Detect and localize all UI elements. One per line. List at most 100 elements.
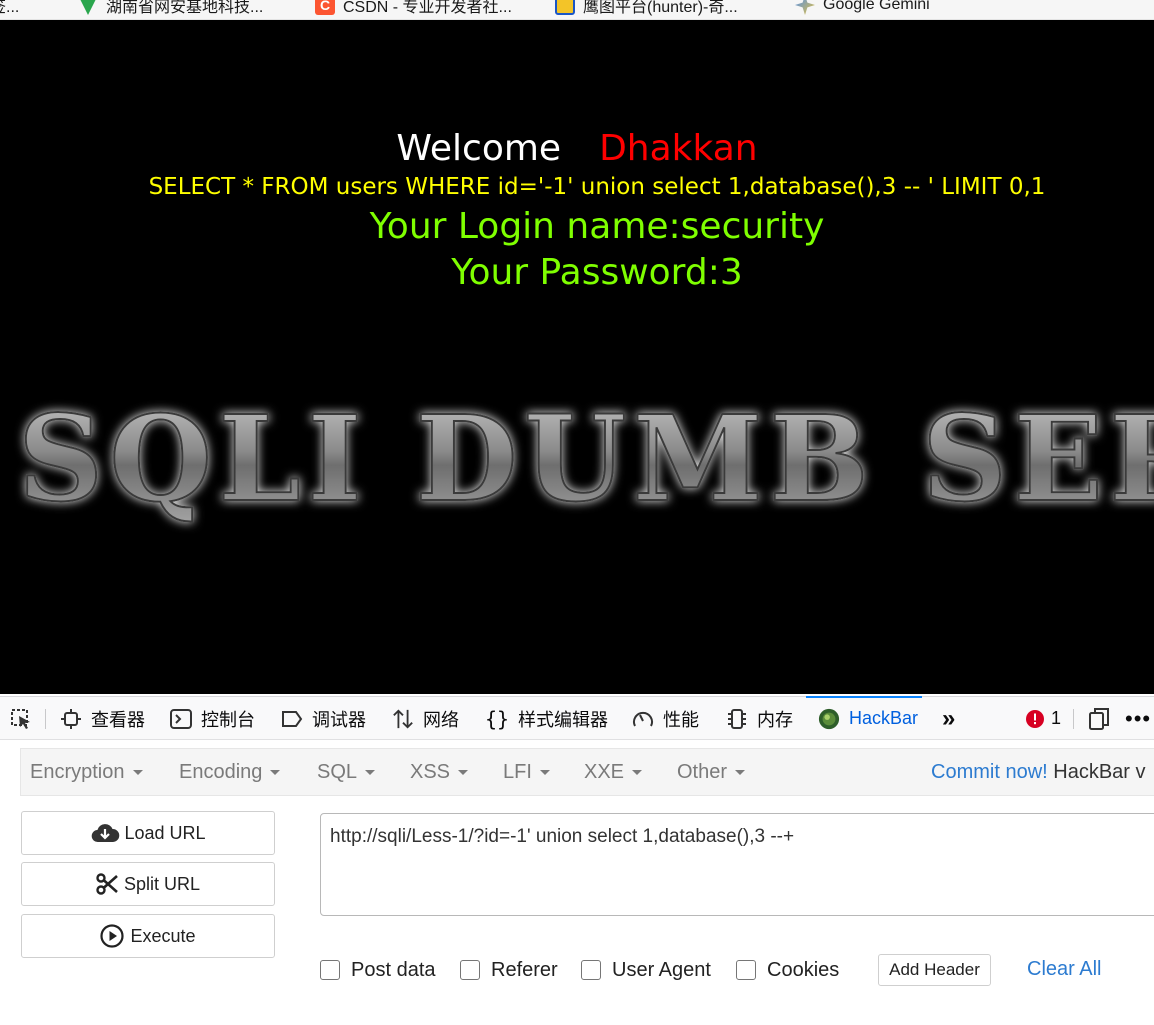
web-page: Welcome Dhakkan SELECT * FROM users WHERE… — [0, 20, 1154, 694]
menu-encryption[interactable]: Encryption — [30, 761, 143, 784]
split-url-button[interactable]: Split URL — [21, 862, 275, 906]
bookmark-label: Google Gemini — [823, 0, 930, 13]
menu-lfi[interactable]: LFI — [503, 761, 550, 784]
tab-inspector[interactable]: 查看器 — [60, 697, 145, 740]
checkbox-box[interactable] — [460, 960, 480, 980]
scissors-icon — [96, 873, 118, 895]
double-chevron-icon: » — [942, 704, 956, 732]
menu-label: XXE — [584, 761, 625, 783]
bookmark-item[interactable]: 鹰图平台(hunter)-奇... — [555, 0, 738, 16]
tab-label: 查看器 — [91, 709, 145, 730]
bookmark-item[interactable]: 湖南省网安基地科技... — [78, 0, 263, 16]
ellipsis-icon: ••• — [1125, 705, 1152, 731]
commit-banner: Commit now! HackBar v — [931, 761, 1146, 784]
more-tabs-button[interactable]: » — [942, 697, 955, 740]
button-label: Load URL — [124, 822, 206, 843]
tab-console[interactable]: 控制台 — [170, 697, 255, 740]
hackbar-icon — [818, 708, 840, 730]
checkbox-box[interactable] — [320, 960, 340, 980]
tab-label: 样式编辑器 — [518, 709, 608, 730]
commit-text: HackBar v — [1047, 761, 1146, 783]
bookmark-label: CSDN - 专业开发者社... — [343, 0, 512, 16]
url-textarea[interactable]: http://sqli/Less-1/?id=-1' union select … — [320, 813, 1154, 916]
tab-style-editor[interactable]: {} 样式编辑器 — [485, 697, 608, 740]
leaf-icon — [78, 0, 98, 15]
devtools-toolbar: 查看器 控制台 调试器 网络 {} 样式编辑器 性能 内存 HackBar » … — [0, 696, 1154, 740]
bookmark-label: 鹰图平台(hunter)-奇... — [583, 0, 738, 16]
clear-all-link[interactable]: Clear All — [1027, 958, 1101, 981]
password-result: Your Password:3 — [451, 252, 743, 293]
options-menu-button[interactable]: ••• — [1125, 697, 1151, 740]
tab-label: 调试器 — [312, 709, 366, 730]
checkbox-box[interactable] — [581, 960, 601, 980]
error-count-button[interactable]: 1 — [1025, 697, 1061, 740]
commit-link[interactable]: Commit now! — [931, 761, 1048, 783]
gemini-icon — [795, 0, 815, 15]
menu-label: XSS — [410, 761, 451, 783]
debugger-icon — [281, 708, 303, 730]
console-icon — [170, 708, 192, 730]
caret-down-icon — [539, 770, 550, 775]
button-label: Execute — [130, 925, 196, 946]
checkbox-label: User Agent — [612, 958, 711, 981]
bookmark-label: 湖南省网安基地科技... — [106, 0, 264, 16]
tab-label: 内存 — [757, 709, 793, 730]
button-label: Split URL — [123, 873, 201, 894]
menu-label: SQL — [317, 761, 358, 783]
referer-checkbox[interactable]: Referer — [460, 958, 558, 982]
play-circle-icon — [100, 924, 125, 948]
bookmark-label: 签... — [0, 0, 20, 16]
add-header-button[interactable]: Add Header — [878, 954, 991, 986]
welcome-line: Welcome Dhakkan — [0, 128, 1154, 169]
checkbox-label: Referer — [491, 958, 558, 981]
menu-encoding[interactable]: Encoding — [179, 761, 281, 784]
post-data-checkbox[interactable]: Post data — [320, 958, 436, 982]
execute-button[interactable]: Execute — [21, 914, 275, 958]
tab-performance[interactable]: 性能 — [632, 697, 699, 740]
hunter-icon — [555, 0, 575, 15]
caret-down-icon — [735, 770, 746, 775]
tab-hackbar[interactable]: HackBar — [805, 696, 923, 740]
caret-down-icon — [632, 770, 643, 775]
tab-label: HackBar — [849, 708, 919, 728]
network-icon — [392, 708, 414, 730]
csdn-icon: C — [315, 0, 335, 15]
sqli-dumb-series-banner: SQLI DUMB SERIES — [17, 388, 1154, 529]
banner-text: SQLI DUMB SERIES — [18, 389, 1154, 528]
responsive-design-button[interactable] — [1087, 697, 1118, 740]
element-picker-button[interactable] — [10, 697, 41, 740]
pick-element-icon — [10, 708, 32, 730]
caret-down-icon — [458, 770, 469, 775]
username-text: Dhakkan — [599, 128, 758, 169]
url-value: http://sqli/Less-1/?id=-1' union select … — [330, 826, 795, 847]
error-count: 1 — [1051, 708, 1062, 728]
menu-other[interactable]: Other — [677, 761, 746, 784]
menu-sql[interactable]: SQL — [317, 761, 376, 784]
cookies-checkbox[interactable]: Cookies — [736, 958, 839, 982]
tab-label: 性能 — [663, 709, 699, 730]
welcome-text: Welcome — [396, 128, 562, 169]
tab-debugger[interactable]: 调试器 — [281, 697, 366, 740]
cloud-download-icon — [92, 824, 120, 843]
bookmark-item[interactable]: Google Gemini — [795, 0, 930, 16]
error-icon — [1025, 708, 1045, 730]
tab-network[interactable]: 网络 — [392, 697, 459, 740]
load-url-button[interactable]: Load URL — [21, 811, 275, 855]
sql-query: SELECT * FROM users WHERE id='-1' union … — [148, 174, 1046, 200]
menu-label: Encryption — [30, 761, 125, 783]
login-name: Your Login name:security — [369, 206, 825, 247]
checkbox-box[interactable] — [736, 960, 756, 980]
user-agent-checkbox[interactable]: User Agent — [581, 958, 711, 982]
menu-xxe[interactable]: XXE — [584, 761, 643, 784]
bookmark-item[interactable]: C CSDN - 专业开发者社... — [315, 0, 512, 16]
inspector-icon — [60, 708, 82, 730]
divider — [45, 709, 46, 729]
memory-icon — [726, 708, 748, 730]
checkbox-label: Cookies — [767, 958, 840, 981]
tab-memory[interactable]: 内存 — [726, 697, 793, 740]
bookmark-item[interactable]: 签... — [0, 0, 19, 16]
checkbox-label: Post data — [351, 958, 436, 981]
bookmarks-bar: 签... 湖南省网安基地科技... C CSDN - 专业开发者社... 鹰图平… — [0, 0, 1154, 20]
style-editor-icon: {} — [484, 706, 510, 731]
menu-xss[interactable]: XSS — [410, 761, 469, 784]
